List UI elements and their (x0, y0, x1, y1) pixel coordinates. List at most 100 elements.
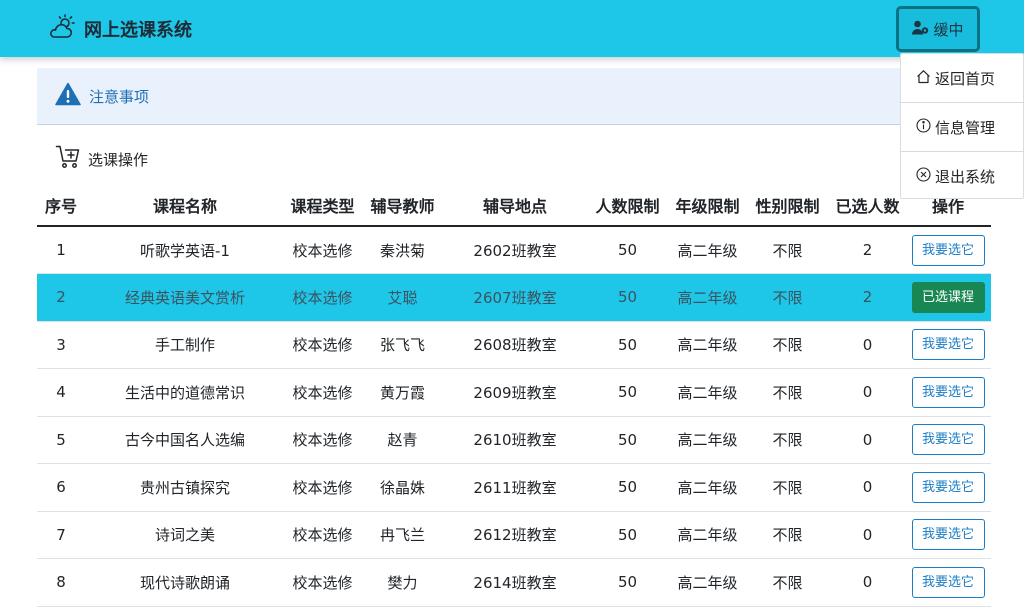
cell-gender: 不限 (745, 226, 830, 274)
cell-course-type: 校本选修 (285, 463, 360, 512)
course-table: 序号 课程名称 课程类型 辅导教师 辅导地点 人数限制 年级限制 性别限制 已选… (37, 185, 991, 607)
cell-no: 3 (37, 321, 85, 369)
notice-label: 注意事项 (89, 87, 150, 106)
user-dropdown-menu: 返回首页 信息管理 退出系统 (900, 53, 1024, 199)
menu-item-label: 返回首页 (935, 69, 996, 88)
cell-teacher: 张飞飞 (360, 321, 445, 369)
menu-item-home[interactable]: 返回首页 (901, 54, 1024, 102)
cell-course-type: 校本选修 (285, 321, 360, 369)
choose-course-button[interactable]: 我要选它 (911, 234, 985, 266)
home-icon (916, 69, 935, 88)
cell-location: 2602班教室 (445, 226, 585, 274)
cell-grade: 高二年级 (670, 273, 745, 322)
cell-gender: 不限 (745, 558, 830, 607)
table-row-selected: 2 经典英语美文赏析 校本选修 艾聪 2607班教室 50 高二年级 不限 2 … (37, 273, 991, 322)
cell-location: 2611班教室 (445, 463, 585, 512)
menu-item-label: 退出系统 (935, 167, 996, 186)
cell-no: 1 (37, 226, 85, 274)
cell-capacity: 50 (585, 558, 670, 607)
cell-no: 4 (37, 368, 85, 417)
cell-course-name: 现代诗歌朗诵 (85, 558, 285, 607)
column-header-location: 辅导地点 (445, 185, 585, 227)
cell-enrolled: 0 (830, 321, 905, 369)
menu-item-logout[interactable]: 退出系统 (901, 152, 1024, 200)
cell-capacity: 50 (585, 463, 670, 512)
cell-gender: 不限 (745, 368, 830, 417)
choose-course-button[interactable]: 我要选它 (911, 566, 985, 598)
cell-enrolled: 0 (830, 511, 905, 559)
table-row: 8 现代诗歌朗诵 校本选修 樊力 2614班教室 50 高二年级 不限 0 我要… (37, 558, 991, 607)
choose-course-button[interactable]: 我要选它 (911, 471, 985, 503)
cell-action: 我要选它 (905, 368, 991, 417)
cell-course-name: 古今中国名人选编 (85, 416, 285, 464)
cell-enrolled: 0 (830, 416, 905, 464)
cell-grade: 高二年级 (670, 416, 745, 464)
cell-location: 2609班教室 (445, 368, 585, 417)
cell-grade: 高二年级 (670, 558, 745, 607)
cell-gender: 不限 (745, 321, 830, 369)
cell-teacher: 徐晶姝 (360, 463, 445, 512)
cell-location: 2607班教室 (445, 273, 585, 322)
operations-label: 选课操作 (88, 150, 149, 169)
cell-enrolled: 0 (830, 463, 905, 512)
table-row: 5 古今中国名人选编 校本选修 赵青 2610班教室 50 高二年级 不限 0 … (37, 416, 991, 464)
column-header-gender: 性别限制 (745, 185, 830, 227)
user-gear-icon (912, 20, 933, 39)
table-row: 3 手工制作 校本选修 张飞飞 2608班教室 50 高二年级 不限 0 我要选… (37, 321, 991, 369)
cell-course-type: 校本选修 (285, 416, 360, 464)
cell-action: 我要选它 (905, 416, 991, 464)
column-header-enrolled: 已选人数 (830, 185, 905, 227)
cell-no: 6 (37, 463, 85, 512)
notice-alert[interactable]: 注意事项 (37, 68, 992, 125)
cell-teacher: 樊力 (360, 558, 445, 607)
menu-item-label: 信息管理 (935, 118, 996, 137)
cell-teacher: 秦洪菊 (360, 226, 445, 274)
cell-action: 我要选它 (905, 463, 991, 512)
table-header-row: 序号 课程名称 课程类型 辅导教师 辅导地点 人数限制 年级限制 性别限制 已选… (37, 185, 991, 227)
cell-gender: 不限 (745, 273, 830, 322)
user-menu-button[interactable]: 缓中 (896, 6, 980, 52)
cell-course-type: 校本选修 (285, 558, 360, 607)
choose-course-button[interactable]: 我要选它 (911, 424, 985, 456)
brand[interactable]: 网上选课系统 (48, 14, 192, 42)
column-header-teacher: 辅导教师 (360, 185, 445, 227)
cell-no: 7 (37, 511, 85, 559)
menu-item-info-management[interactable]: 信息管理 (901, 103, 1024, 151)
table-row: 1 听歌学英语-1 校本选修 秦洪菊 2602班教室 50 高二年级 不限 2 … (37, 226, 991, 274)
cell-course-type: 校本选修 (285, 368, 360, 417)
cell-enrolled: 2 (830, 273, 905, 322)
table-row: 6 贵州古镇探究 校本选修 徐晶姝 2611班教室 50 高二年级 不限 0 我… (37, 463, 991, 512)
choose-course-button[interactable]: 我要选它 (911, 519, 985, 551)
cell-gender: 不限 (745, 511, 830, 559)
cell-grade: 高二年级 (670, 368, 745, 417)
course-operations-heading: 选课操作 (55, 144, 148, 174)
cell-course-type: 校本选修 (285, 273, 360, 322)
cell-action: 我要选它 (905, 511, 991, 559)
info-icon (916, 117, 935, 137)
choose-course-button[interactable]: 我要选它 (911, 376, 985, 408)
column-header-course-type: 课程类型 (285, 185, 360, 227)
table-row: 4 生活中的道德常识 校本选修 黄万霞 2609班教室 50 高二年级 不限 0… (37, 368, 991, 417)
cell-location: 2614班教室 (445, 558, 585, 607)
cell-no: 2 (37, 273, 85, 322)
cell-action: 我要选它 (905, 558, 991, 607)
top-navbar: 网上选课系统 缓中 (0, 0, 1024, 57)
cell-teacher: 冉飞兰 (360, 511, 445, 559)
cell-course-name: 经典英语美文赏析 (85, 273, 285, 322)
cell-teacher: 艾聪 (360, 273, 445, 322)
cell-capacity: 50 (585, 416, 670, 464)
choose-course-button[interactable]: 我要选它 (911, 329, 985, 361)
cell-capacity: 50 (585, 273, 670, 322)
cell-gender: 不限 (745, 463, 830, 512)
cell-enrolled: 2 (830, 226, 905, 274)
close-circle-icon (916, 166, 935, 186)
cell-gender: 不限 (745, 416, 830, 464)
cell-location: 2612班教室 (445, 511, 585, 559)
cell-capacity: 50 (585, 511, 670, 559)
cell-grade: 高二年级 (670, 463, 745, 512)
app-title: 网上选课系统 (84, 20, 192, 41)
warning-icon (55, 82, 89, 110)
cell-course-name: 听歌学英语-1 (85, 226, 285, 274)
cell-grade: 高二年级 (670, 226, 745, 274)
cell-course-name: 贵州古镇探究 (85, 463, 285, 512)
